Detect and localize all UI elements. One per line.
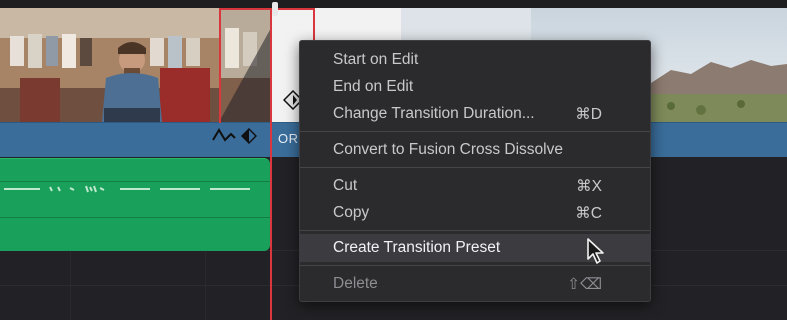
clip-thumbnail-store[interactable] — [0, 8, 219, 122]
mouse-pointer-icon — [586, 237, 606, 265]
playhead-icon[interactable] — [272, 2, 278, 16]
menu-item-label: End on Edit — [333, 78, 414, 95]
clip-name-label: OR — [278, 131, 299, 146]
menu-item-cut[interactable]: Cut ⌘X — [300, 173, 650, 199]
playhead-line[interactable] — [270, 10, 272, 320]
menu-separator — [300, 131, 650, 132]
menu-item-copy[interactable]: Copy ⌘C — [300, 200, 650, 226]
menu-item-label: Change Transition Duration... — [333, 105, 535, 122]
menu-item-end-on-edit[interactable]: End on Edit — [300, 74, 650, 100]
menu-item-label: Convert to Fusion Cross Dissolve — [333, 141, 563, 158]
grid-divider — [205, 250, 206, 320]
menu-item-label: Delete — [333, 275, 378, 292]
transition-curve-icon[interactable] — [211, 126, 237, 151]
menu-item-start-on-edit[interactable]: Start on Edit — [300, 47, 650, 73]
menu-item-convert-fusion[interactable]: Convert to Fusion Cross Dissolve — [300, 137, 650, 163]
audio-waveform — [4, 185, 250, 193]
menu-separator — [300, 230, 650, 231]
menu-item-label: Start on Edit — [333, 51, 419, 68]
menu-shortcut: ⇧⌫ — [567, 276, 602, 293]
keyframe-diamond-icon[interactable] — [240, 127, 258, 150]
audio-clip[interactable] — [0, 158, 270, 251]
menu-shortcut: ⌘C — [575, 205, 602, 222]
menu-item-label: Create Transition Preset — [333, 239, 501, 256]
menu-shortcut: ⌘X — [576, 178, 602, 195]
menu-item-change-transition-duration[interactable]: Change Transition Duration... ⌘D — [300, 101, 650, 127]
menu-shortcut: ⌘D — [575, 106, 602, 123]
menu-item-label: Copy — [333, 204, 370, 221]
menu-separator — [300, 167, 650, 168]
menu-item-delete[interactable]: Delete ⇧⌫ — [300, 271, 650, 297]
menu-separator — [300, 265, 650, 266]
grid-divider — [70, 250, 71, 320]
menu-item-label: Cut — [333, 177, 358, 194]
